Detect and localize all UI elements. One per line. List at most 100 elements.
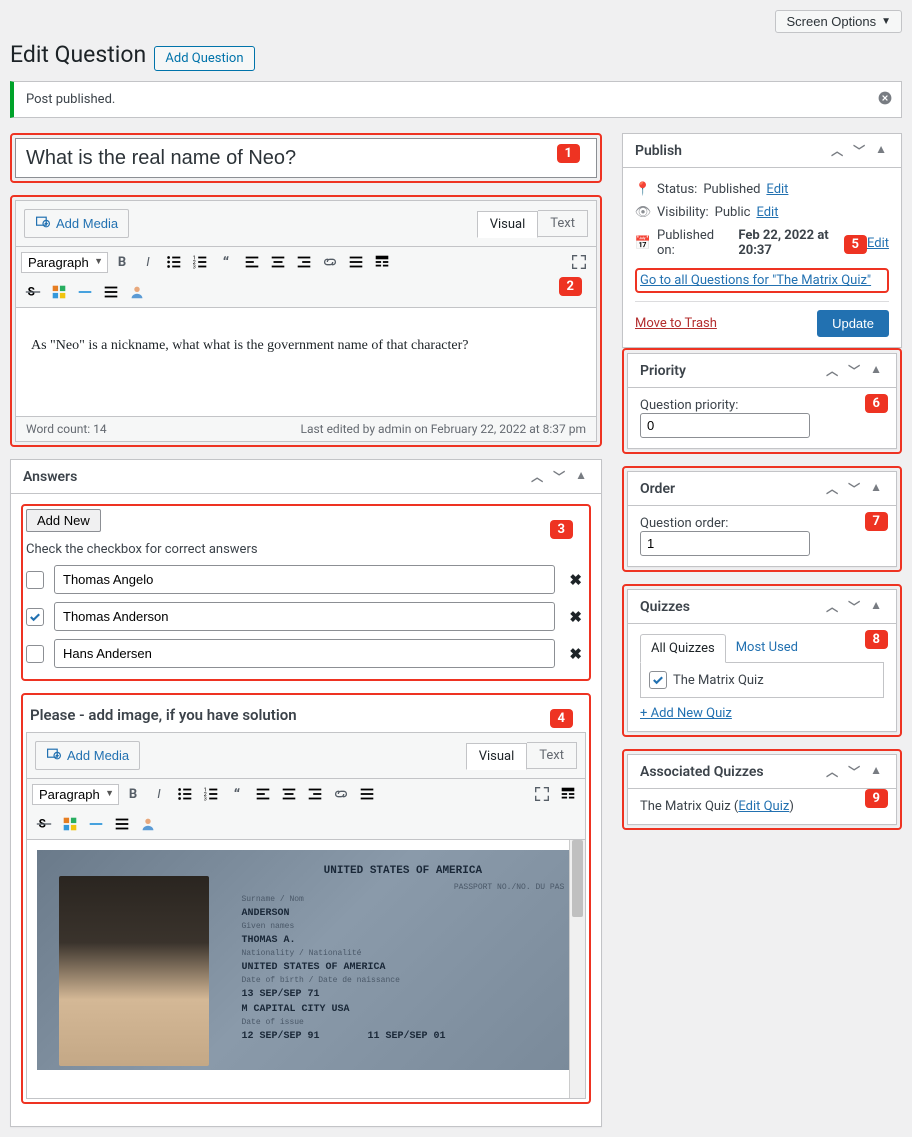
answer-input[interactable] — [54, 565, 555, 594]
move-to-trash-link[interactable]: Move to Trash — [635, 316, 717, 331]
strikethrough-icon[interactable]: S — [32, 812, 56, 836]
fullscreen-icon[interactable] — [567, 250, 591, 274]
bold-icon[interactable]: B — [110, 250, 134, 274]
hr-icon[interactable] — [73, 280, 97, 304]
media-icon — [46, 746, 62, 765]
scrollbar[interactable] — [569, 840, 585, 1098]
quote-icon[interactable]: “ — [225, 782, 249, 806]
priority-input[interactable] — [640, 413, 810, 438]
align-right-icon[interactable] — [292, 250, 316, 274]
screen-options-button[interactable]: Screen Options ▼ — [775, 10, 902, 33]
associated-heading: Associated Quizzes — [640, 764, 764, 780]
edit-date-link[interactable]: Edit — [867, 236, 889, 251]
quote-icon[interactable]: “ — [214, 250, 238, 274]
answer-input[interactable] — [54, 639, 555, 668]
tab-all-quizzes[interactable]: All Quizzes — [640, 634, 726, 663]
table-icon[interactable] — [47, 280, 71, 304]
align-left-icon[interactable] — [251, 782, 275, 806]
toc-icon[interactable] — [110, 812, 134, 836]
quiz-item[interactable]: The Matrix Quiz — [649, 671, 875, 689]
panel-up-icon[interactable]: ︿ — [824, 598, 840, 615]
panel-up-icon[interactable]: ︿ — [529, 468, 545, 485]
align-center-icon[interactable] — [277, 782, 301, 806]
title-input[interactable] — [15, 138, 597, 178]
panel-toggle-icon[interactable]: ▲ — [873, 142, 889, 159]
user-icon[interactable] — [125, 280, 149, 304]
bullet-list-icon[interactable] — [173, 782, 197, 806]
hr-icon[interactable] — [84, 812, 108, 836]
goto-questions-link[interactable]: Go to all Questions for "The Matrix Quiz… — [640, 273, 871, 288]
toc-icon[interactable] — [99, 280, 123, 304]
delete-icon[interactable]: ✖ — [565, 645, 586, 663]
associated-item: The Matrix Quiz — [640, 799, 731, 814]
answer-checkbox[interactable] — [26, 608, 44, 626]
toolbar-toggle-icon[interactable] — [556, 782, 580, 806]
annotation-8: 8 — [865, 630, 888, 649]
bullet-list-icon[interactable] — [162, 250, 186, 274]
answer-checkbox[interactable] — [26, 645, 44, 663]
number-list-icon[interactable]: 123 — [188, 250, 212, 274]
panel-down-icon[interactable]: ﹀ — [846, 480, 862, 497]
add-answer-button[interactable]: Add New — [26, 509, 101, 532]
dismiss-icon[interactable] — [877, 90, 893, 110]
visual-tab[interactable]: Visual — [466, 743, 528, 770]
paragraph-select[interactable]: Paragraph — [21, 252, 108, 273]
solution-editor-content[interactable]: UNITED STATES OF AMERICA PASSPORT NO./NO… — [26, 839, 586, 1099]
delete-icon[interactable]: ✖ — [565, 608, 586, 626]
publish-metabox: Publish ︿ ﹀ ▲ 5 📍 Status: Published Edit… — [622, 133, 902, 348]
add-media-button[interactable]: Add Media — [24, 209, 129, 238]
panel-down-icon[interactable]: ﹀ — [851, 142, 867, 159]
fullscreen-icon[interactable] — [530, 782, 554, 806]
text-tab[interactable]: Text — [538, 210, 588, 237]
answer-input[interactable] — [54, 602, 555, 631]
bold-icon[interactable]: B — [121, 782, 145, 806]
visual-tab[interactable]: Visual — [477, 211, 539, 238]
media-icon — [35, 214, 51, 233]
panel-toggle-icon[interactable]: ▲ — [573, 468, 589, 485]
edit-status-link[interactable]: Edit — [766, 182, 788, 197]
panel-up-icon[interactable]: ︿ — [824, 480, 840, 497]
table-icon[interactable] — [58, 812, 82, 836]
svg-text:3: 3 — [204, 796, 207, 802]
panel-up-icon[interactable]: ︿ — [824, 763, 840, 780]
strikethrough-icon[interactable]: S — [21, 280, 45, 304]
text-tab[interactable]: Text — [527, 742, 577, 769]
readmore-icon[interactable] — [355, 782, 379, 806]
toolbar-toggle-icon[interactable] — [370, 250, 394, 274]
link-icon[interactable] — [318, 250, 342, 274]
edit-quiz-link[interactable]: Edit Quiz — [738, 799, 789, 814]
panel-up-icon[interactable]: ︿ — [824, 362, 840, 379]
italic-icon[interactable]: I — [136, 250, 160, 274]
user-icon[interactable] — [136, 812, 160, 836]
order-input[interactable] — [640, 531, 810, 556]
panel-down-icon[interactable]: ﹀ — [846, 362, 862, 379]
answer-checkbox[interactable] — [26, 571, 44, 589]
panel-down-icon[interactable]: ﹀ — [846, 763, 862, 780]
panel-toggle-icon[interactable]: ▲ — [868, 763, 884, 780]
align-center-icon[interactable] — [266, 250, 290, 274]
tab-most-used[interactable]: Most Used — [726, 634, 808, 662]
priority-heading: Priority — [640, 363, 686, 379]
notice-text: Post published. — [26, 92, 115, 107]
italic-icon[interactable]: I — [147, 782, 171, 806]
panel-up-icon[interactable]: ︿ — [829, 142, 845, 159]
add-question-button[interactable]: Add Question — [154, 46, 254, 71]
align-left-icon[interactable] — [240, 250, 264, 274]
number-list-icon[interactable]: 123 — [199, 782, 223, 806]
update-button[interactable]: Update — [817, 310, 889, 337]
panel-toggle-icon[interactable]: ▲ — [868, 480, 884, 497]
panel-toggle-icon[interactable]: ▲ — [868, 598, 884, 615]
delete-icon[interactable]: ✖ — [565, 571, 586, 589]
quiz-checkbox[interactable] — [649, 671, 667, 689]
align-right-icon[interactable] — [303, 782, 327, 806]
readmore-icon[interactable] — [344, 250, 368, 274]
editor-content[interactable]: As "Neo" is a nickname, what what is the… — [15, 307, 597, 417]
add-media-button-solution[interactable]: Add Media — [35, 741, 140, 770]
paragraph-select[interactable]: Paragraph — [32, 784, 119, 805]
panel-down-icon[interactable]: ﹀ — [846, 598, 862, 615]
panel-toggle-icon[interactable]: ▲ — [868, 362, 884, 379]
edit-visibility-link[interactable]: Edit — [756, 205, 778, 220]
panel-down-icon[interactable]: ﹀ — [551, 468, 567, 485]
link-icon[interactable] — [329, 782, 353, 806]
add-new-quiz-link[interactable]: + Add New Quiz — [640, 706, 732, 721]
